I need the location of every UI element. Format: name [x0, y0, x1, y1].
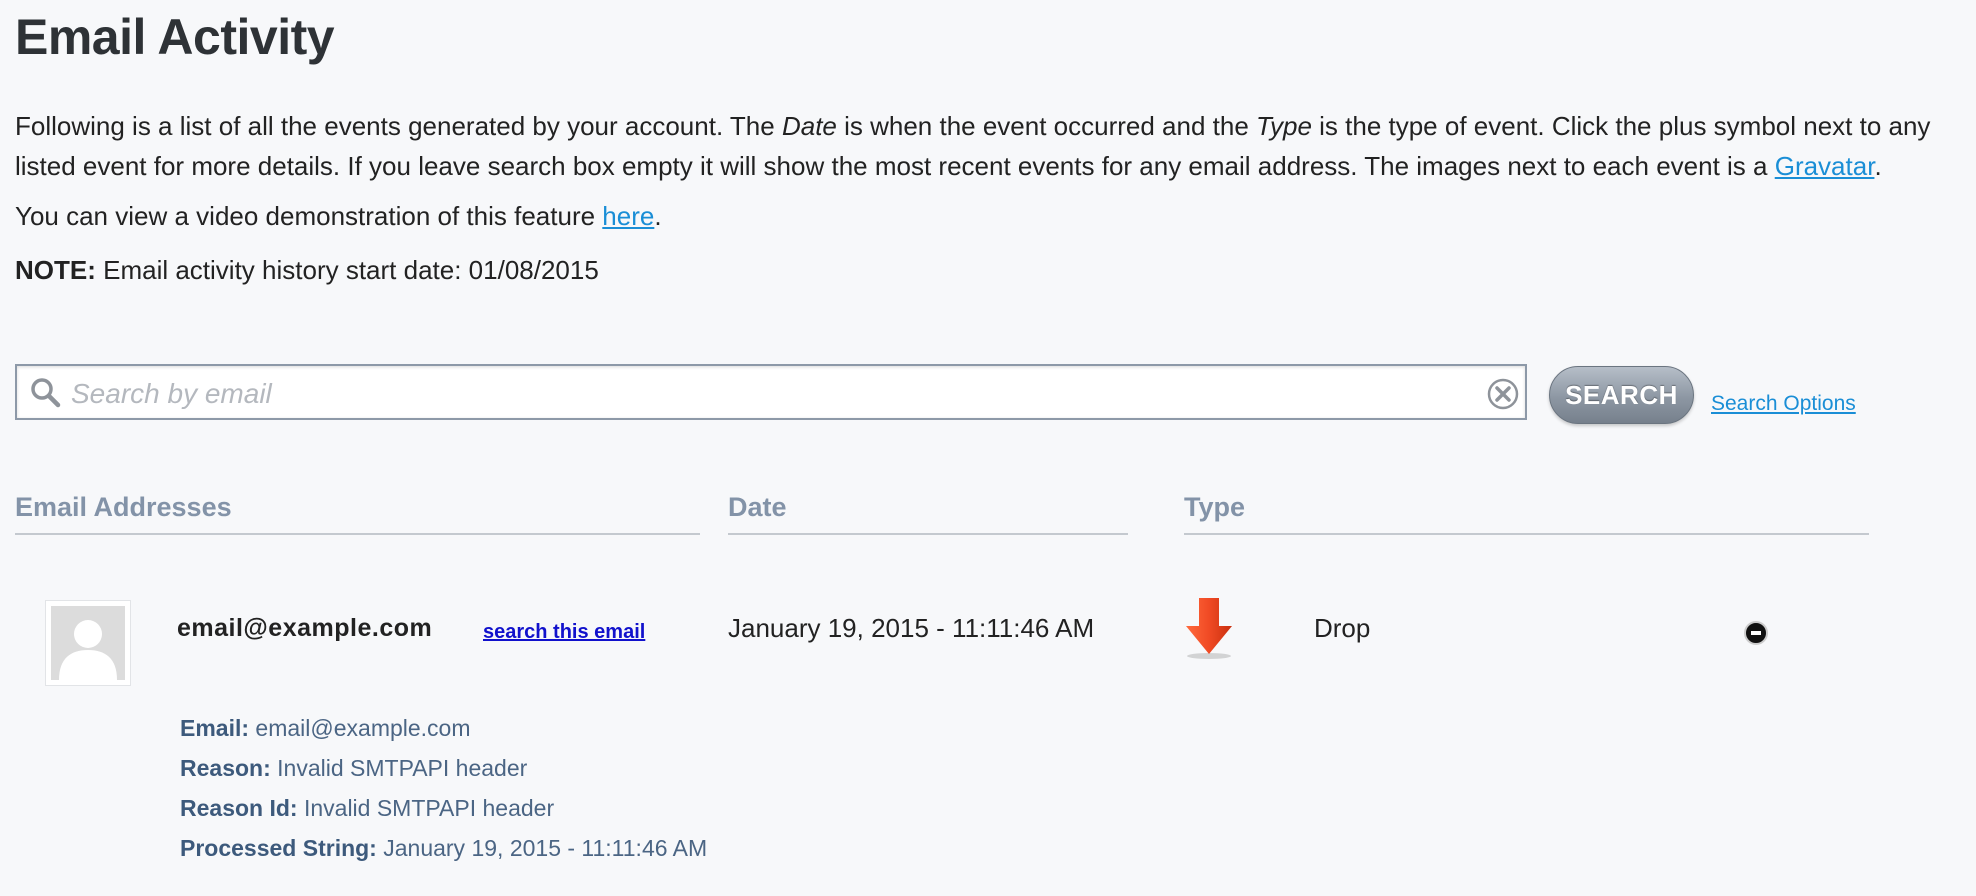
gravatar-link[interactable]: Gravatar [1775, 151, 1875, 181]
search-button[interactable]: SEARCH [1549, 366, 1694, 424]
search-input[interactable] [69, 374, 1473, 414]
detail-value: January 19, 2015 - 11:11:46 AM [383, 835, 708, 861]
note-text: Email activity history start date: 01/08… [95, 255, 599, 285]
column-header-date: Date [728, 492, 1128, 535]
collapse-minus-icon[interactable] [1744, 621, 1768, 645]
detail-label: Email: [180, 715, 250, 741]
detail-label: Reason: [180, 755, 271, 781]
red-down-arrow-icon [1186, 598, 1232, 659]
detail-reason-id: Reason Id: Invalid SMTPAPI header [180, 788, 707, 828]
note-label: NOTE: [15, 255, 96, 285]
intro-text-1: Following is a list of all the events ge… [15, 111, 782, 141]
detail-value: Invalid SMTPAPI header [303, 795, 555, 821]
detail-email: Email: email@example.com [180, 708, 707, 748]
intro-date-word: Date [781, 111, 837, 141]
detail-value: Invalid SMTPAPI header [277, 755, 528, 781]
page-title: Email Activity [15, 9, 335, 65]
row-email-address: email@example.com [177, 614, 433, 642]
search-box [15, 364, 1527, 420]
detail-label: Reason Id: [180, 795, 298, 821]
note-paragraph: NOTE: Email activity history start date:… [15, 252, 599, 288]
detail-reason: Reason: Invalid SMTPAPI header [180, 748, 707, 788]
detail-value: email@example.com [255, 715, 471, 741]
video-text: You can view a video demonstration of th… [15, 201, 603, 231]
detail-label: Processed String: [180, 835, 377, 861]
column-header-email: Email Addresses [15, 492, 700, 535]
video-here-link[interactable]: here [602, 201, 654, 231]
intro-text-4: . [1874, 151, 1882, 181]
video-paragraph: You can view a video demonstration of th… [15, 198, 662, 234]
detail-processed-string: Processed String: January 19, 2015 - 11:… [180, 828, 707, 868]
clear-x-icon[interactable] [1487, 378, 1519, 410]
row-event-type: Drop [1314, 613, 1371, 643]
video-end: . [654, 201, 662, 231]
search-options-link[interactable]: Search Options [1711, 392, 1856, 416]
intro-paragraph: Following is a list of all the events ge… [15, 106, 1965, 186]
intro-text-2: is when the event occurred and the [836, 111, 1257, 141]
row-event-date: January 19, 2015 - 11:11:46 AM [728, 613, 1095, 643]
column-header-type: Type [1184, 492, 1869, 535]
row-details: Email: email@example.com Reason: Invalid… [180, 708, 707, 868]
intro-type-word: Type [1256, 111, 1312, 141]
avatar [45, 600, 131, 686]
avatar-placeholder-icon [51, 606, 125, 680]
search-this-email-link[interactable]: search this email [483, 621, 645, 644]
magnifier-icon [31, 378, 61, 408]
